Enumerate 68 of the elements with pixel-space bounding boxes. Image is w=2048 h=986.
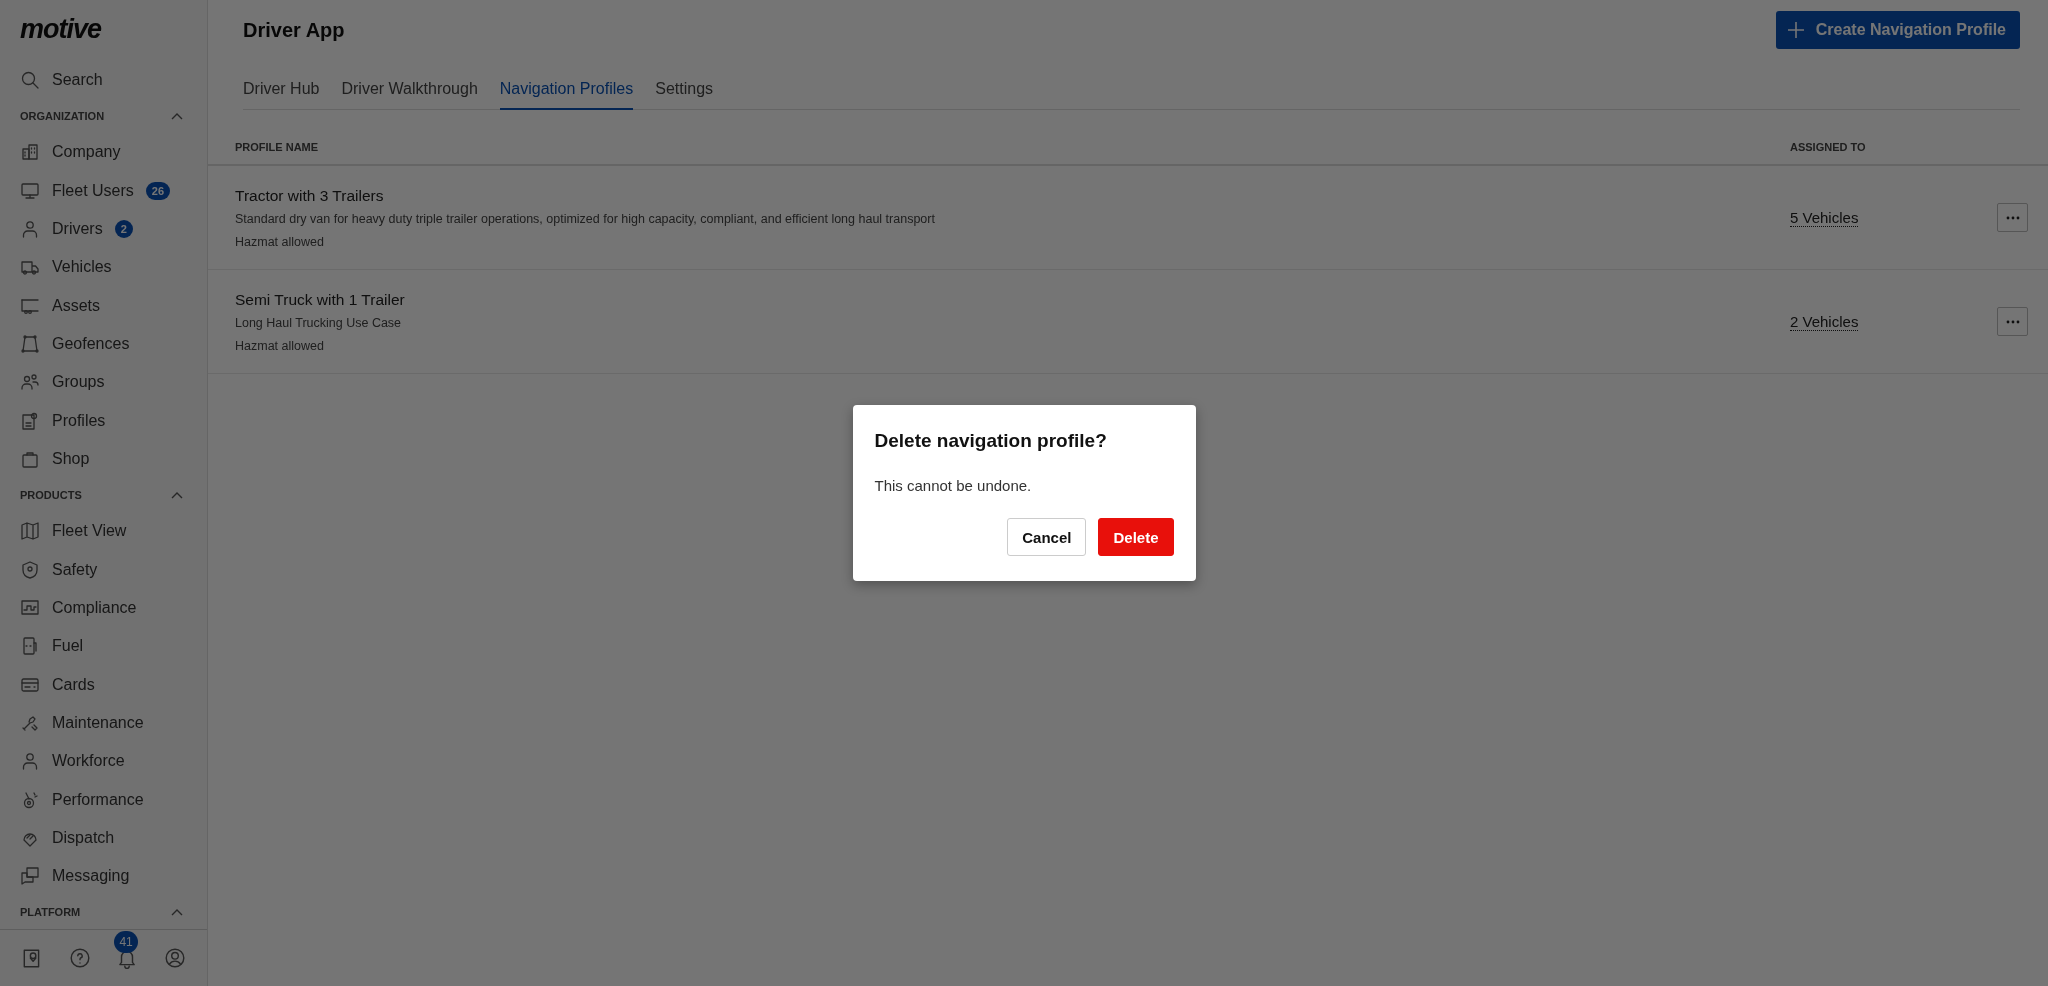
column-header: ASSIGNED TO bbox=[1790, 140, 1867, 153]
shield-icon bbox=[20, 559, 40, 580]
search-icon bbox=[20, 70, 40, 91]
assigned-vehicles-link[interactable]: 2 Vehicles bbox=[1790, 312, 1859, 331]
create-profile-button[interactable]: Create Navigation Profile bbox=[1775, 11, 2020, 49]
count-badge: 26 bbox=[145, 181, 171, 200]
dialog-title: Delete navigation profile? bbox=[874, 430, 1108, 452]
page-title: Driver App bbox=[243, 18, 345, 42]
notification-badge: 41 bbox=[114, 931, 138, 954]
profile-name: Semi Truck with 1 Trailer bbox=[235, 290, 406, 309]
sidebar-item[interactable]: Groups bbox=[0, 363, 207, 402]
geofence-icon bbox=[20, 334, 40, 355]
search-button[interactable]: Search bbox=[0, 61, 207, 100]
profile-name: Tractor with 3 Trailers bbox=[235, 186, 385, 205]
chevron-icon[interactable] bbox=[171, 908, 183, 917]
hazmat-note: Hazmat allowed bbox=[235, 234, 325, 249]
map-icon bbox=[20, 521, 40, 542]
section-header: PLATFORM bbox=[20, 906, 81, 919]
profile-description: Long Haul Trucking Use Case bbox=[235, 315, 403, 330]
chevron-icon[interactable] bbox=[171, 491, 183, 500]
hazmat-note: Hazmat allowed bbox=[235, 338, 325, 353]
tab[interactable]: Driver Walkthrough bbox=[341, 80, 478, 110]
sidebar-item[interactable]: Maintenance bbox=[0, 703, 207, 743]
sidebar-item[interactable]: Messaging bbox=[0, 857, 207, 896]
fuel-icon bbox=[20, 636, 40, 657]
sidebar-item[interactable]: Compliance bbox=[0, 588, 207, 628]
sidebar-item[interactable]: Profiles bbox=[0, 401, 207, 440]
person-icon bbox=[20, 218, 40, 239]
sidebar-item[interactable]: Performance bbox=[0, 780, 207, 819]
sidebar-item[interactable]: Geofences bbox=[0, 324, 207, 364]
cancel-button[interactable]: Cancel bbox=[1007, 518, 1087, 556]
logo[interactable]: motive bbox=[0, 0, 207, 61]
sidebar-item[interactable]: Vehicles bbox=[0, 248, 207, 287]
sidebar-item[interactable]: Drivers 2 bbox=[0, 209, 207, 249]
help-icon bbox=[68, 947, 91, 970]
section-header: ORGANIZATION bbox=[20, 110, 105, 123]
dialog-message: This cannot be undone. bbox=[874, 477, 1033, 494]
plus-icon bbox=[1785, 20, 1806, 40]
chart-icon bbox=[20, 597, 40, 618]
account-icon bbox=[164, 947, 187, 970]
tab[interactable]: Navigation Profiles bbox=[499, 80, 634, 110]
bag-icon bbox=[20, 449, 40, 470]
column-header: PROFILE NAME bbox=[235, 140, 320, 153]
profile-gear-icon bbox=[20, 410, 40, 431]
sidebar-item[interactable]: Assets bbox=[0, 286, 207, 325]
sidebar-item[interactable]: Fleet Users 26 bbox=[0, 171, 207, 210]
building-icon bbox=[20, 142, 40, 163]
section-header: PRODUCTS bbox=[20, 489, 82, 502]
tab[interactable]: Driver Hub bbox=[243, 80, 320, 110]
ellipsis-icon bbox=[2005, 215, 2020, 220]
sidebar-item[interactable]: Fleet View bbox=[0, 512, 207, 551]
sidebar-item[interactable]: Workforce bbox=[0, 742, 207, 781]
sidebar-item[interactable]: Safety bbox=[0, 550, 207, 589]
ellipsis-icon bbox=[2005, 319, 2020, 324]
person-icon bbox=[20, 751, 40, 772]
sidebar-item[interactable]: Cards bbox=[0, 665, 207, 704]
sidebar-item[interactable]: Dispatch bbox=[0, 818, 207, 858]
monitor-icon bbox=[20, 180, 40, 201]
tab[interactable]: Settings bbox=[655, 80, 714, 110]
assigned-vehicles-link[interactable]: 5 Vehicles bbox=[1790, 208, 1859, 227]
profile-description: Standard dry van for heavy duty triple trailer operations, optimized for high capacity, compliant, and efficient long haul transport bbox=[235, 211, 936, 226]
delete-button[interactable]: Delete bbox=[1098, 518, 1174, 556]
sidebar-item[interactable]: Fuel bbox=[0, 627, 207, 666]
sidebar-item[interactable]: Shop bbox=[0, 439, 207, 479]
count-badge: 2 bbox=[114, 219, 133, 238]
chevron-icon[interactable] bbox=[171, 112, 183, 121]
chat-icon bbox=[20, 866, 40, 887]
sidebar-item[interactable]: Company bbox=[0, 133, 207, 172]
